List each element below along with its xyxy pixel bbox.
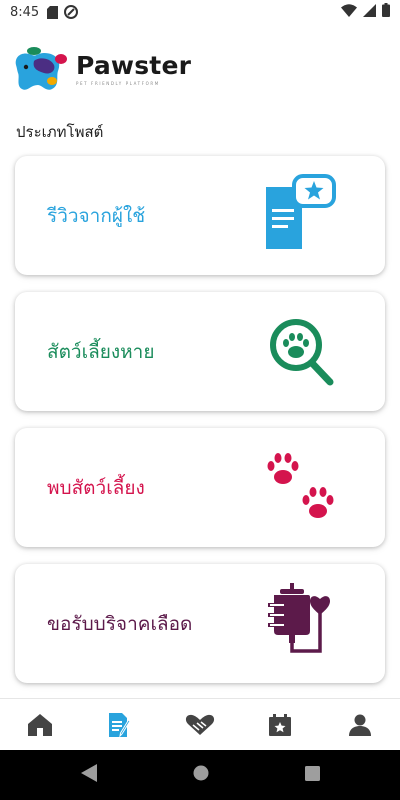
post-type-label: รีวิวจากผู้ใช้ <box>47 204 146 227</box>
status-bar: 8:45 <box>0 0 400 24</box>
brand-header: Pawster PET FRIENDLY PLATFORM <box>12 44 191 94</box>
adoption-handshake-icon[interactable] <box>180 705 220 745</box>
signal-icon <box>363 3 376 21</box>
events-calendar-icon[interactable] <box>260 705 300 745</box>
post-type-card-blood-donation[interactable]: ขอรับบริจาคเลือด <box>15 564 385 683</box>
review-document-star-icon <box>260 173 345 258</box>
post-type-label: พบสัตว์เลี้ยง <box>47 476 145 499</box>
bottom-navigation <box>0 698 400 750</box>
home-button-icon[interactable] <box>193 765 209 785</box>
brand-name: Pawster <box>76 50 192 80</box>
wifi-icon <box>341 3 357 21</box>
pawster-logo-icon <box>12 45 72 93</box>
profile-icon[interactable] <box>340 705 380 745</box>
status-time: 8:45 <box>10 4 40 20</box>
post-type-label: ขอรับบริจาคเลือด <box>47 612 193 635</box>
post-type-card-found-pet[interactable]: พบสัตว์เลี้ยง <box>15 428 385 547</box>
post-type-label: สัตว์เลี้ยงหาย <box>47 340 155 363</box>
android-navigation-bar <box>0 750 400 800</box>
brand-wordmark: Pawster PET FRIENDLY PLATFORM <box>76 50 192 86</box>
search-paw-icon <box>260 309 345 394</box>
brand-tagline: PET FRIENDLY PLATFORM <box>76 80 160 86</box>
post-type-card-lost-pet[interactable]: สัตว์เลี้ยงหาย <box>15 292 385 411</box>
section-title: ประเภทโพสต์ <box>16 123 104 141</box>
post-type-card-review[interactable]: รีวิวจากผู้ใช้ <box>15 156 385 275</box>
home-icon[interactable] <box>20 705 60 745</box>
do-not-disturb-icon <box>64 5 79 19</box>
recents-icon[interactable] <box>304 765 320 785</box>
battery-icon <box>382 3 390 21</box>
paw-prints-icon <box>260 445 345 530</box>
posts-icon[interactable] <box>100 705 140 745</box>
blood-bag-heart-icon <box>260 581 345 666</box>
sd-card-icon <box>47 5 59 19</box>
back-icon[interactable] <box>80 764 97 786</box>
